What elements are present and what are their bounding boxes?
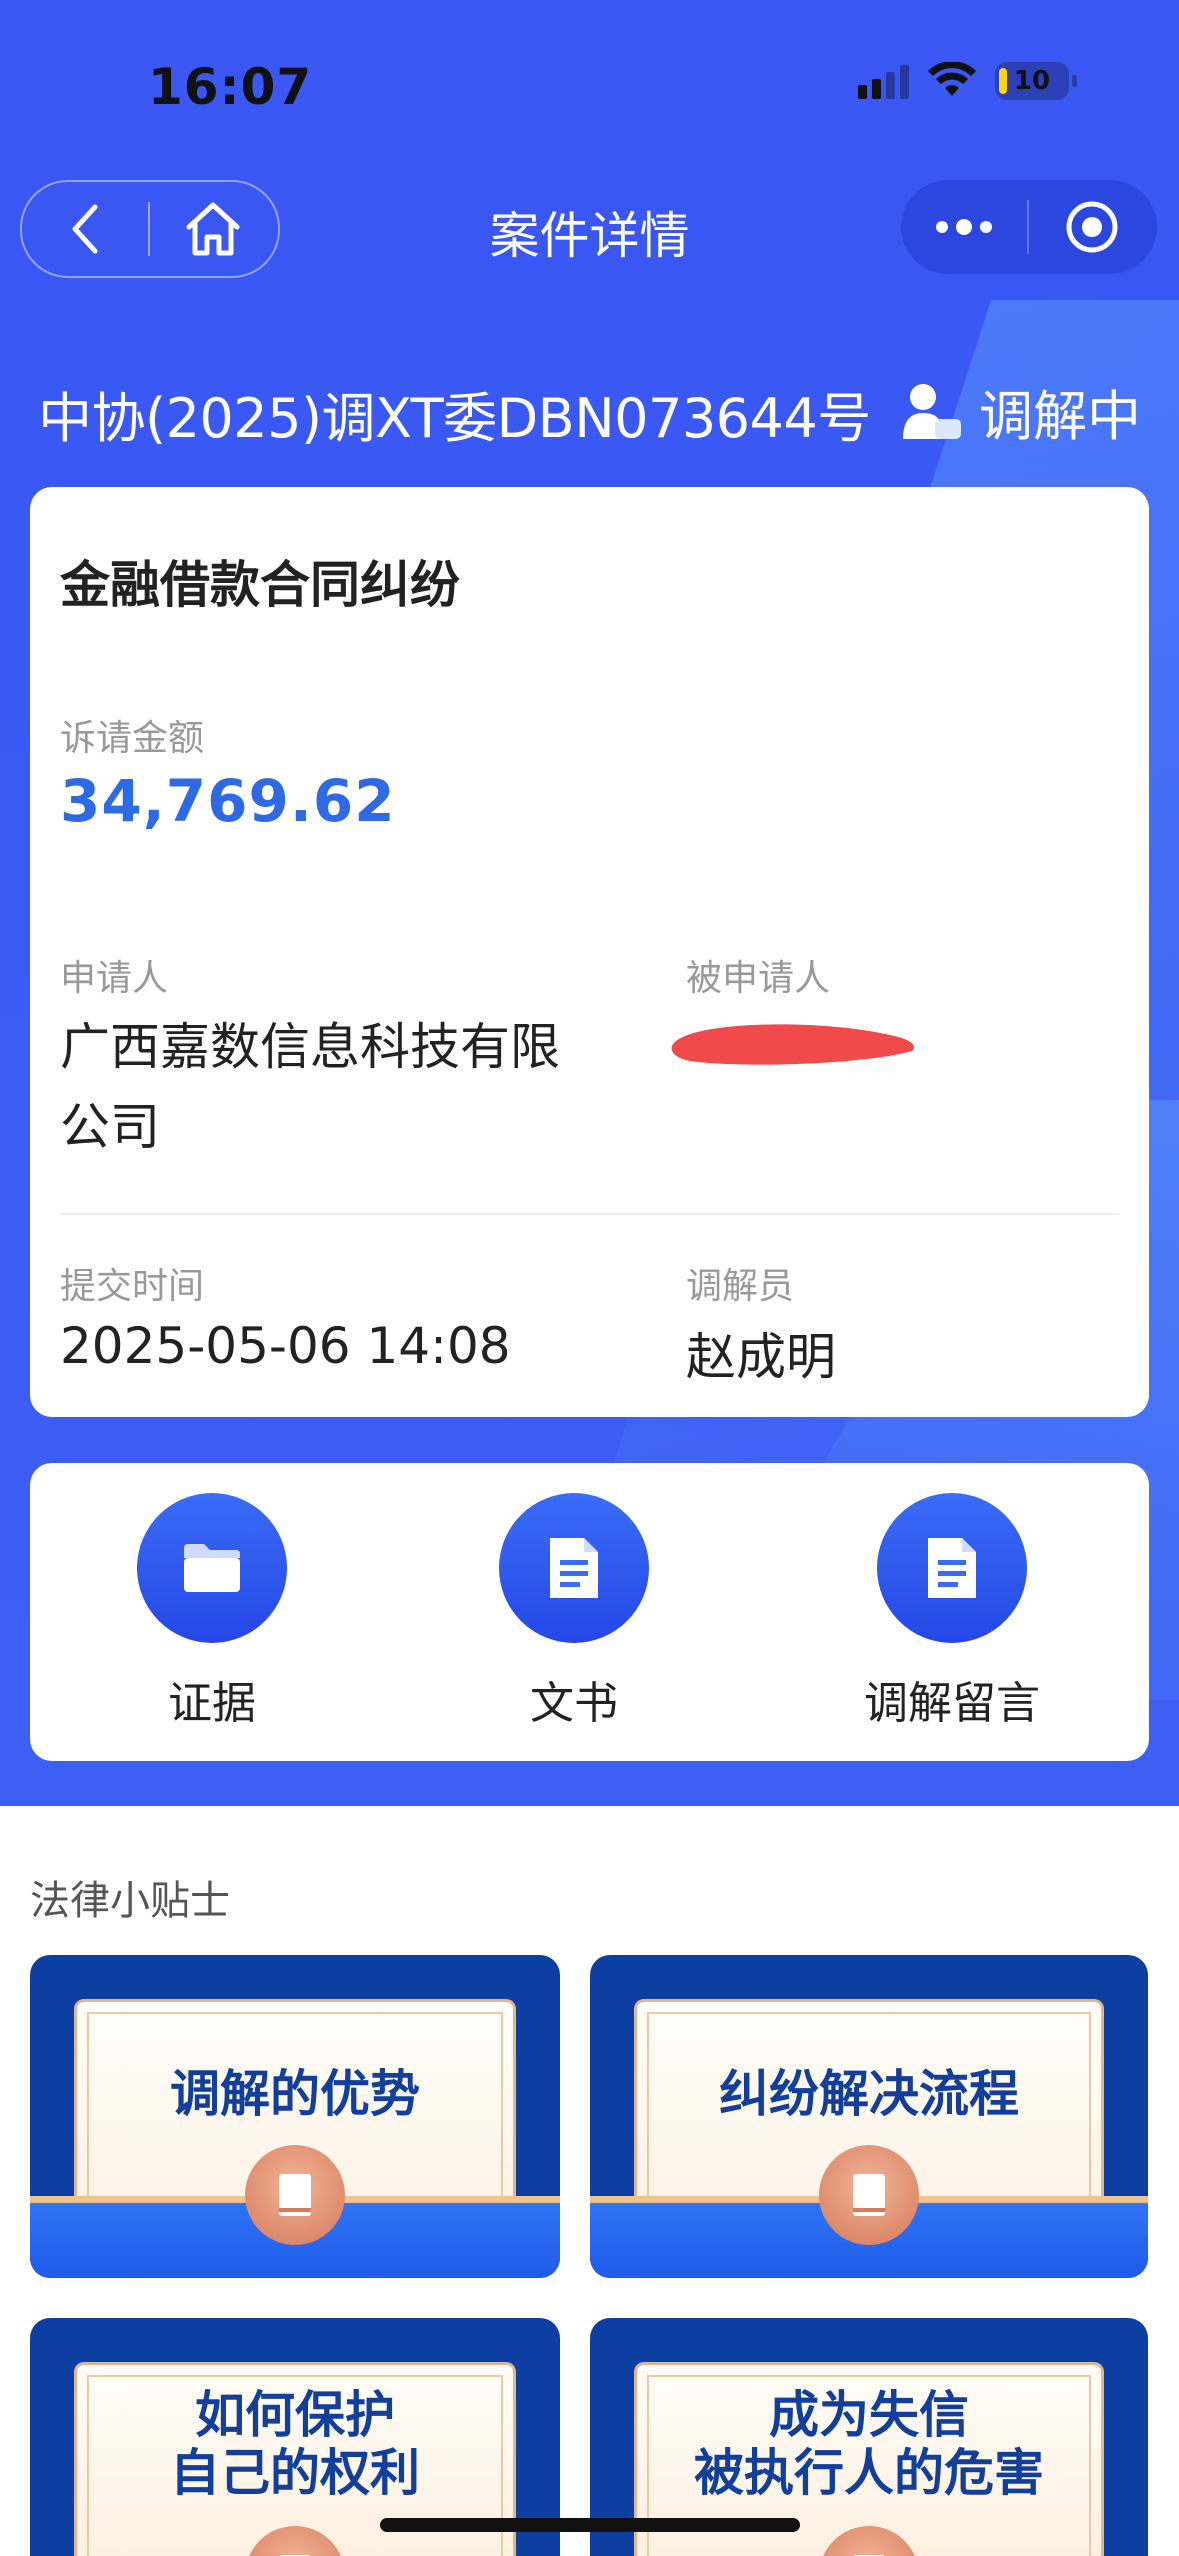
divider: [60, 1213, 1119, 1215]
nav-right-capsule: [901, 180, 1157, 274]
more-dots-icon: [936, 219, 992, 235]
documents-button[interactable]: 文书: [444, 1493, 704, 1731]
documents-icon-circle: [499, 1493, 649, 1643]
case-status: 调解中: [901, 372, 1141, 451]
battery-level: 10: [1013, 66, 1051, 96]
evidence-button[interactable]: 证据: [82, 1493, 342, 1731]
mediator-value: 赵成明: [686, 1328, 836, 1386]
case-status-label: 调解中: [979, 385, 1141, 448]
tip-title: 如何保护 自己的权利: [30, 2386, 560, 2502]
battery-icon: 10: [995, 62, 1077, 100]
action-label: 调解留言: [864, 1678, 1040, 1729]
home-indicator[interactable]: [380, 2518, 800, 2532]
message-document-icon: [928, 1538, 976, 1598]
action-label: 文书: [530, 1678, 618, 1729]
cellular-signal-icon: [858, 63, 909, 99]
case-type: 金融借款合同纠纷: [60, 556, 460, 614]
mediation-message-button[interactable]: 调解留言: [822, 1493, 1082, 1731]
submit-time-label: 提交时间: [60, 1266, 205, 1307]
tip-title: 调解的优势: [170, 2065, 420, 2123]
folder-icon: [184, 1544, 240, 1592]
tip-card[interactable]: 纠纷解决流程: [590, 1955, 1148, 2278]
tip-title: 纠纷解决流程: [719, 2065, 1019, 2123]
case-number: 中协(2025)调XT委DBN073644号: [38, 387, 871, 450]
status-time: 16:07: [148, 58, 313, 116]
applicant-value: 广西嘉数信息科技有限 公司: [60, 1007, 560, 1167]
action-label: 证据: [168, 1678, 256, 1729]
status-icons: 10: [858, 62, 1077, 100]
case-info-card: 金融借款合同纠纷 诉请金额 34,769.62 申请人 广西嘉数信息科技有限 公…: [30, 487, 1149, 1417]
redaction-mark: [671, 1024, 914, 1065]
amount-label: 诉请金额: [60, 718, 205, 759]
mediator-label: 调解员: [686, 1266, 795, 1307]
tip-title: 成为失信 被执行人的危害: [590, 2386, 1148, 2502]
amount-value: 34,769.62: [60, 767, 396, 835]
document-icon: [550, 1538, 598, 1598]
tip-title-line: 成为失信: [769, 2386, 969, 2444]
tips-section-title: 法律小贴士: [30, 1878, 230, 1924]
applicant-line: 广西嘉数信息科技有限: [60, 1018, 560, 1076]
message-icon-circle: [877, 1493, 1027, 1643]
tip-title-line: 如何保护: [195, 2386, 395, 2444]
close-miniprogram-button[interactable]: [1029, 180, 1155, 274]
more-button[interactable]: [901, 180, 1027, 274]
wifi-icon: [928, 62, 976, 96]
book-icon: [819, 2145, 919, 2245]
respondent-label: 被申请人: [686, 958, 831, 999]
book-icon: [245, 2145, 345, 2245]
evidence-icon-circle: [137, 1493, 287, 1643]
tip-title-line: 被执行人的危害: [694, 2444, 1044, 2502]
tip-title-line: 自己的权利: [170, 2444, 420, 2502]
actions-card: 证据 文书 调解留言: [30, 1463, 1149, 1761]
tip-card[interactable]: 调解的优势: [30, 1955, 560, 2278]
user-status-icon: [903, 383, 961, 439]
applicant-label: 申请人: [60, 958, 169, 999]
target-circle-icon: [1066, 201, 1118, 253]
applicant-line: 公司: [60, 1098, 160, 1156]
submit-time-value: 2025-05-06 14:08: [60, 1317, 511, 1375]
